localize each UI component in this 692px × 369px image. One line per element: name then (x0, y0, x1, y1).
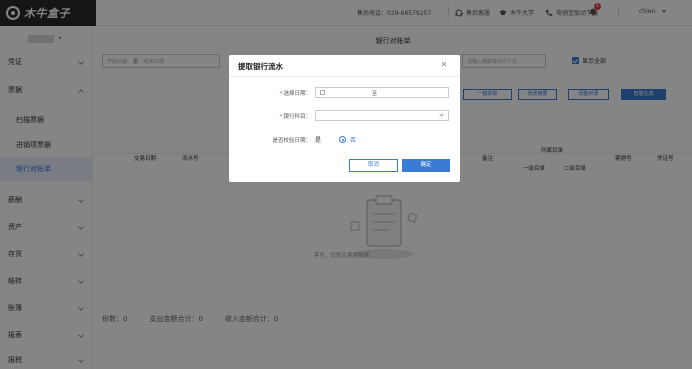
account-label-text: 银行科目： (283, 114, 311, 120)
date-range-input[interactable]: 至 (315, 87, 449, 98)
bank-account-select[interactable] (315, 110, 449, 121)
dialog-divider (229, 76, 460, 77)
date-label-text: 选择日期： (283, 91, 311, 97)
radio-no-label[interactable]: 否 (350, 135, 356, 144)
date-field-label: *选择日期： (233, 89, 311, 97)
radio-yes-label[interactable]: 是 (315, 135, 321, 144)
cancel-button[interactable]: 取消 (349, 159, 398, 172)
radio-no[interactable] (339, 136, 347, 143)
fetch-bank-statement-dialog: 提取银行流水 ✕ *选择日期： 至 *银行科目： 是否校验日期： 是 否 取消 … (229, 55, 460, 182)
date-to-text: 至 (372, 91, 378, 97)
dialog-title: 提取银行流水 (238, 62, 283, 71)
account-field-label: *银行科目： (233, 112, 311, 120)
verify-date-radio-group: 是 否 (315, 135, 356, 144)
verify-date-label: 是否校验日期： (272, 138, 311, 144)
calendar-icon (320, 90, 325, 95)
confirm-button[interactable]: 确定 (402, 159, 450, 172)
chevron-down-icon (439, 112, 444, 117)
close-icon[interactable]: ✕ (439, 60, 449, 70)
